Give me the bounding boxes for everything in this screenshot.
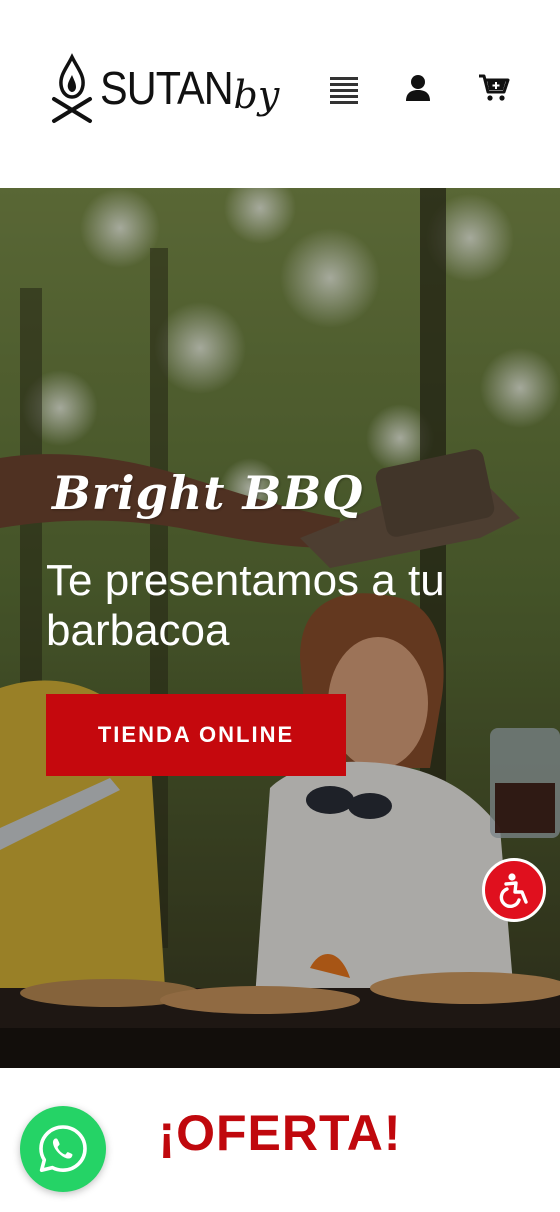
- menu-button[interactable]: [322, 68, 366, 112]
- logo-suffix: by: [233, 73, 280, 117]
- user-icon: [406, 75, 430, 101]
- online-store-button[interactable]: TIENDA ONLINE: [46, 694, 346, 776]
- hero-heading: Te presentamos a tu barbacoa: [46, 556, 445, 655]
- cart-button[interactable]: [472, 66, 516, 110]
- site-logo[interactable]: SUTAN by: [48, 48, 293, 132]
- hero-banner: Bright BBQ Te presentamos a tu barbacoa …: [0, 188, 560, 1068]
- hero-script-title: Bright BBQ: [52, 466, 364, 520]
- account-button[interactable]: [396, 66, 440, 110]
- accessibility-icon: [499, 873, 528, 908]
- flame-logo-icon: [52, 53, 92, 123]
- menu-icon: [330, 77, 358, 104]
- logo-wordmark: SUTAN: [100, 62, 234, 114]
- whatsapp-button[interactable]: [20, 1106, 106, 1192]
- accessibility-button[interactable]: [482, 858, 546, 922]
- site-header: SUTAN by: [0, 0, 560, 188]
- cart-plus-icon: [479, 74, 510, 101]
- whatsapp-icon: [39, 1125, 87, 1172]
